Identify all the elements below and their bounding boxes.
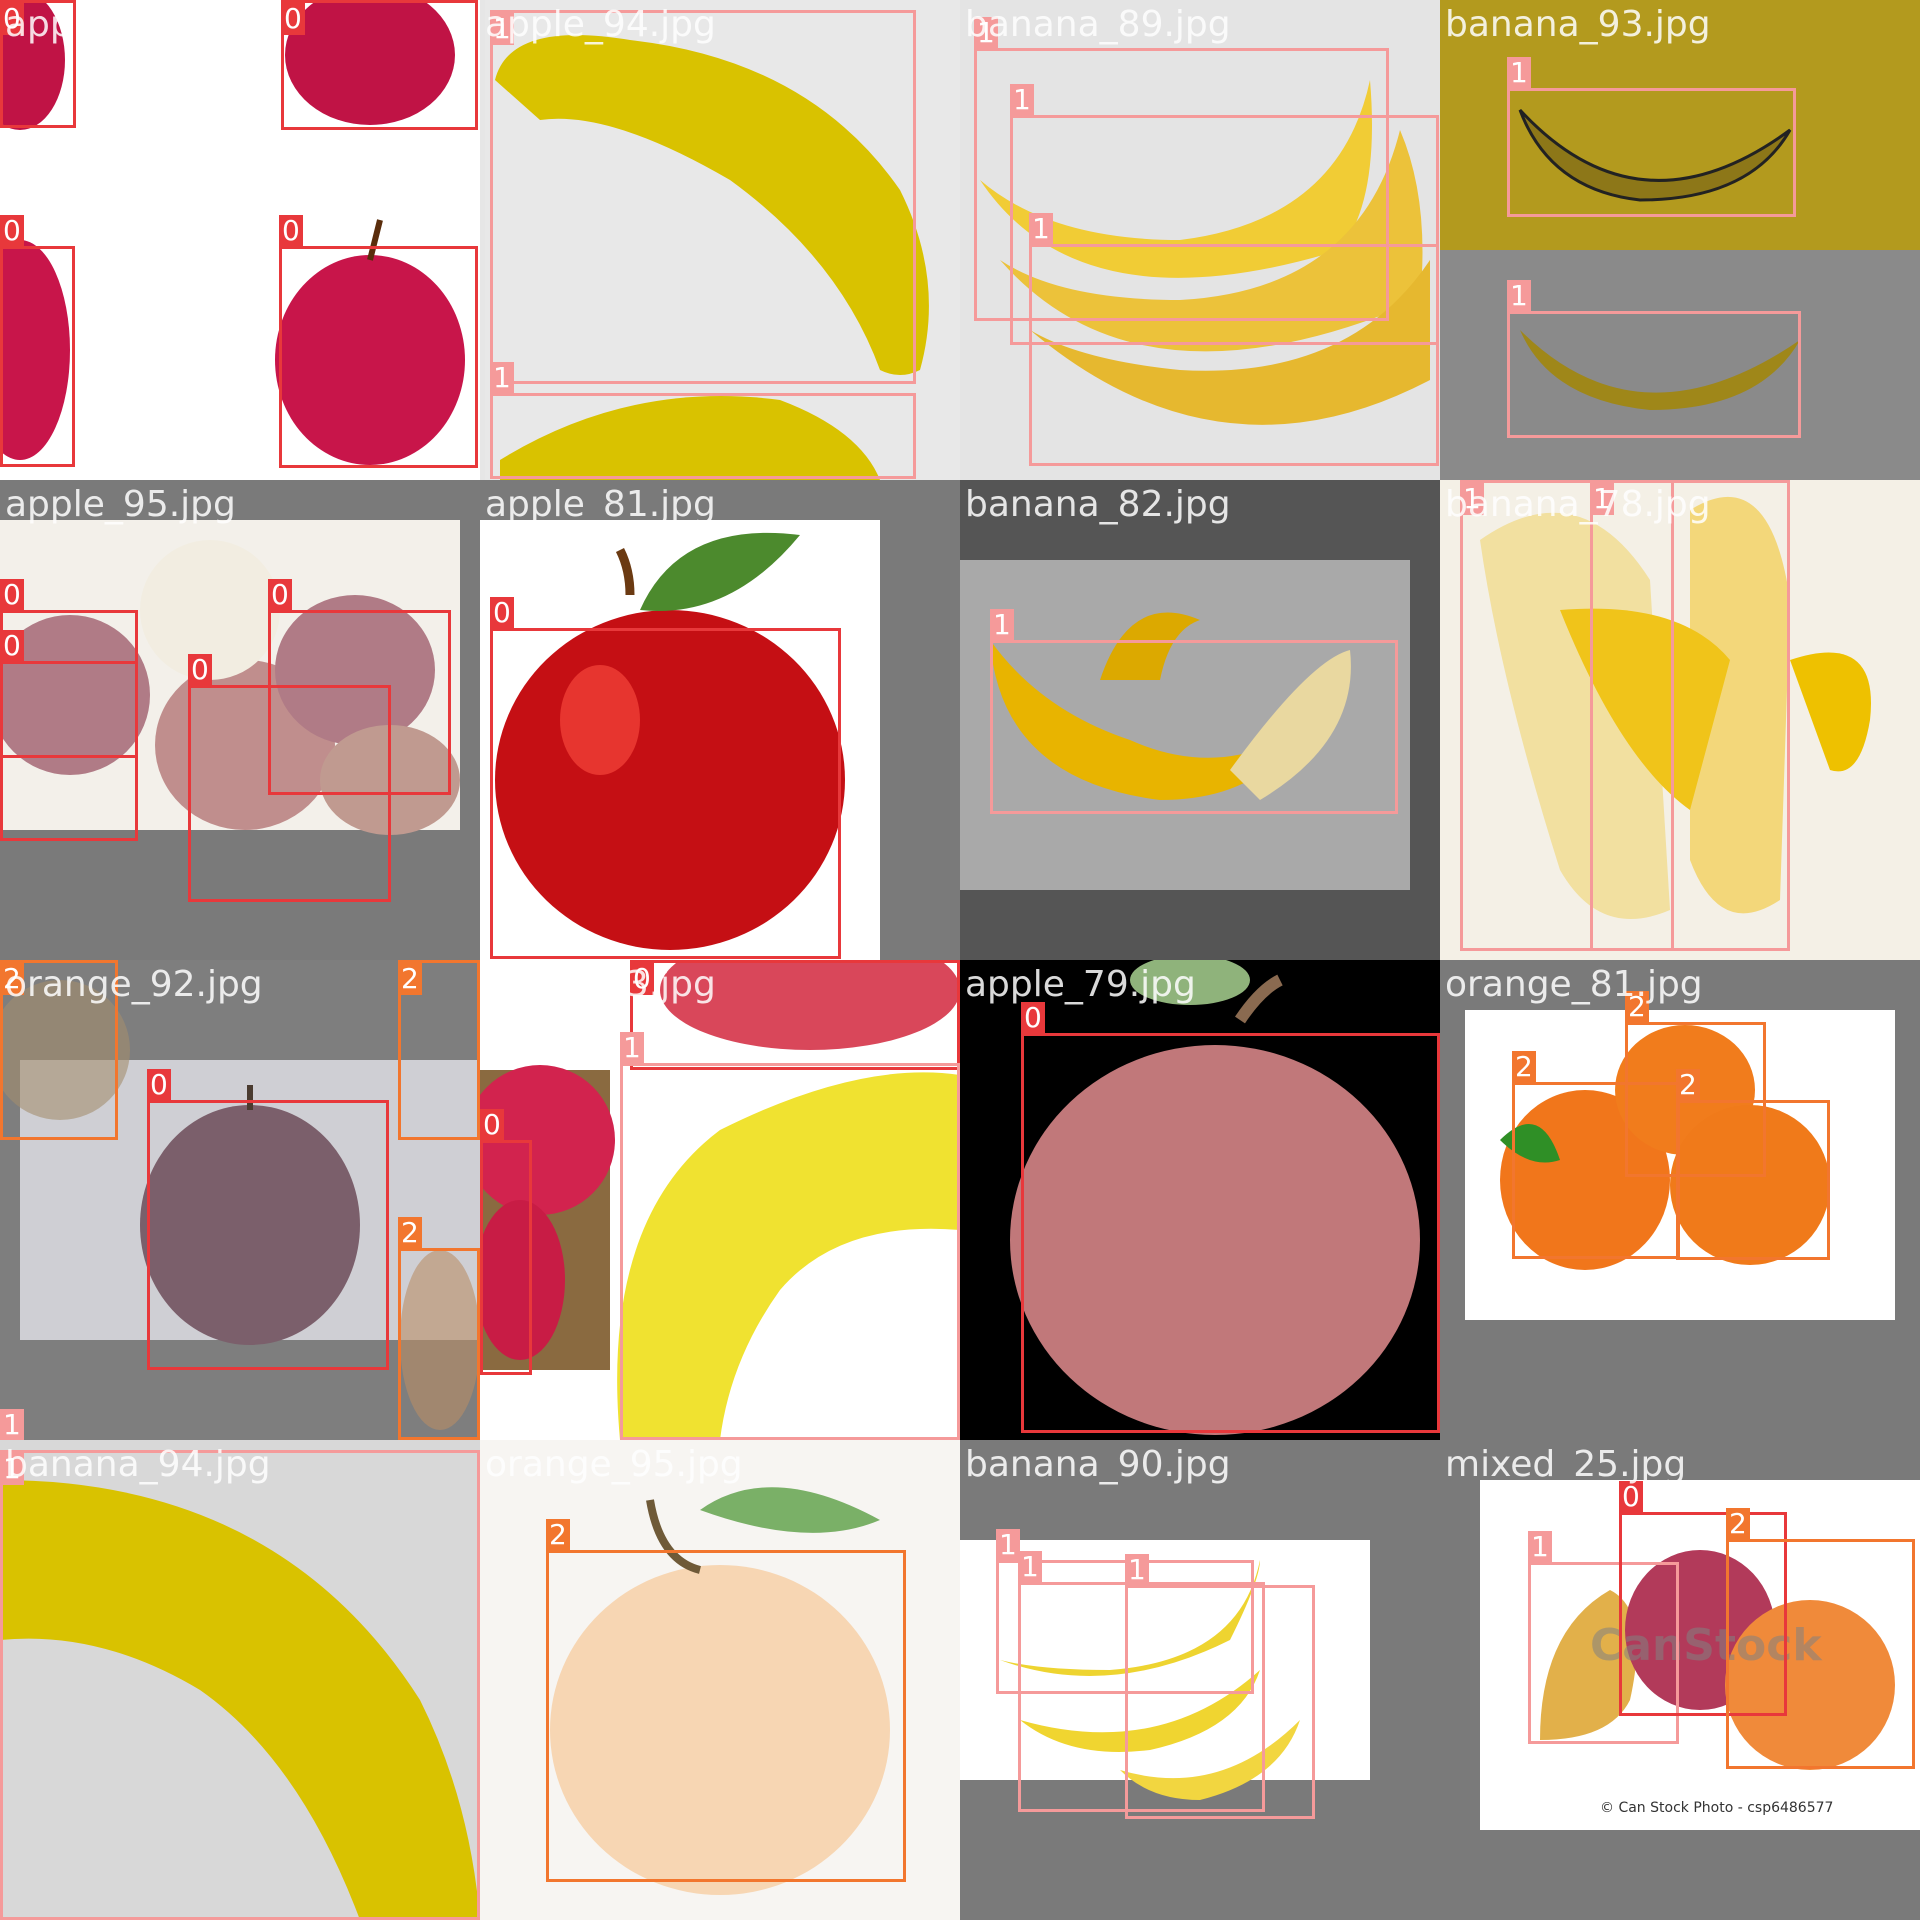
class-id-label: 1 (990, 609, 1014, 641)
class-id-label: 0 (1021, 1002, 1045, 1034)
class-id-label: 0 (0, 630, 24, 662)
bounding-box: 0 (480, 1109, 532, 1375)
bounding-box: 2 (546, 1519, 906, 1882)
bounding-box: 2 (1676, 1069, 1830, 1260)
image-filename: apple_81.jpg (485, 484, 716, 525)
image-tile: apple_83.jpg 0 1 0 (480, 960, 960, 1440)
class-id-label: 1 (1528, 1531, 1552, 1563)
bounding-box: 1 (1507, 57, 1796, 217)
class-id-label: 1 (1018, 1551, 1042, 1583)
bounding-box: 0 (0, 215, 75, 467)
bounding-box: 0 (281, 0, 478, 130)
image-tile: banana_93.jpg 1 1 (1440, 0, 1920, 480)
image-filename: apple_83.jpg (485, 964, 716, 1005)
bounding-box: 0 (0, 630, 138, 841)
image-filename: apple_80.jpg (5, 4, 236, 45)
bounding-box: 2 (1726, 1508, 1915, 1769)
image-tile: orange_95.jpg 2 (480, 1440, 960, 1920)
class-id-label: 0 (0, 579, 24, 611)
image-filename: banana_94.jpg (5, 1444, 271, 1485)
bounding-box: 0 (279, 215, 478, 468)
image-filename: orange_95.jpg (485, 1444, 743, 1485)
image-filename: apple_95.jpg (5, 484, 236, 525)
image-tile: banana_82.jpg 1 (960, 480, 1440, 960)
bounding-box: 0 (490, 597, 841, 959)
bounding-box: 2 (398, 960, 480, 1140)
bounding-box: 0 (1021, 1002, 1440, 1433)
image-tile: apple_80.jpg 0 0 0 0 (0, 0, 480, 480)
class-id-label: 2 (1726, 1508, 1750, 1540)
image-tile: banana_78.jpg 1 1 (1440, 480, 1920, 960)
class-id-label: 2 (398, 963, 422, 995)
class-id-label: 1 (620, 1032, 644, 1064)
class-id-label: 0 (480, 1109, 504, 1141)
image-filename: banana_82.jpg (965, 484, 1231, 525)
image-tile: banana_89.jpg 1 1 1 (960, 0, 1440, 480)
class-id-label: 0 (0, 215, 24, 247)
class-id-label: 0 (281, 3, 305, 35)
bounding-box: 1 (1507, 280, 1801, 438)
class-id-label: 2 (546, 1519, 570, 1551)
bounding-box: 0 (188, 654, 391, 902)
bounding-box: 0 (147, 1069, 389, 1370)
class-id-label: 1 (1125, 1554, 1149, 1586)
image-filename: apple_94.jpg (485, 4, 716, 45)
image-filename: banana_89.jpg (965, 4, 1231, 45)
training-batch-mosaic: apple_80.jpg 0 0 0 0 apple_94.jpg 1 1 banana_8… (0, 0, 1920, 1920)
image-tile: CanStock © Can Stock Photo - csp6486577 mi… (1440, 1440, 1920, 1920)
class-id-label: 2 (1512, 1051, 1536, 1083)
image-filename: apple_79.jpg (965, 964, 1196, 1005)
class-id-label: 2 (398, 1217, 422, 1249)
class-id-label: 0 (147, 1069, 171, 1101)
class-id-label: 1 (1029, 213, 1053, 245)
class-id-label: 1 (1010, 84, 1034, 116)
image-filename: mixed_25.jpg (1445, 1444, 1687, 1485)
image-tile: apple_95.jpg 0 0 0 0 (0, 480, 480, 960)
bounding-box: 1 (990, 609, 1398, 814)
bounding-box: 1 (490, 362, 916, 479)
bounding-box: 1 (0, 1450, 480, 1920)
bounding-box: 1 (1125, 1554, 1315, 1819)
image-tile: orange_92.jpg 2 2 0 2 1 (0, 960, 480, 1440)
bounding-box: 1 (620, 1032, 960, 1440)
class-id-label: 0 (188, 654, 212, 686)
bounding-box: 1 (490, 10, 916, 384)
image-filename: banana_90.jpg (965, 1444, 1231, 1485)
image-tile: apple_79.jpg 0 (960, 960, 1440, 1440)
photo-credit: © Can Stock Photo - csp6486577 (1600, 1800, 1834, 1816)
class-id-label: 1 (0, 1409, 24, 1440)
class-id-label: 1 (1507, 280, 1531, 312)
class-id-label: 0 (268, 579, 292, 611)
image-filename: orange_92.jpg (5, 964, 263, 1005)
image-tile: orange_81.jpg 2 2 2 (1440, 960, 1920, 1440)
bounding-box: 2 (398, 1217, 480, 1440)
class-id-label: 1 (490, 362, 514, 394)
image-tile: apple_81.jpg 0 (480, 480, 960, 960)
image-tile: banana_90.jpg 1 1 1 (960, 1440, 1440, 1920)
bounding-box: 1 (1590, 480, 1790, 951)
class-id-label: 2 (1676, 1069, 1700, 1101)
bounding-box: 1 (1029, 213, 1439, 466)
class-id-label: 1 (1507, 57, 1531, 89)
image-filename: orange_81.jpg (1445, 964, 1703, 1005)
class-id-label: 0 (1619, 1481, 1643, 1513)
image-tile: banana_94.jpg 1 (0, 1440, 480, 1920)
image-tile: apple_94.jpg 1 1 (480, 0, 960, 480)
image-filename: banana_93.jpg (1445, 4, 1711, 45)
class-id-label: 0 (490, 597, 514, 629)
class-id-label: 1 (996, 1529, 1020, 1561)
class-id-label: 0 (279, 215, 303, 247)
image-filename: banana_78.jpg (1445, 484, 1711, 525)
